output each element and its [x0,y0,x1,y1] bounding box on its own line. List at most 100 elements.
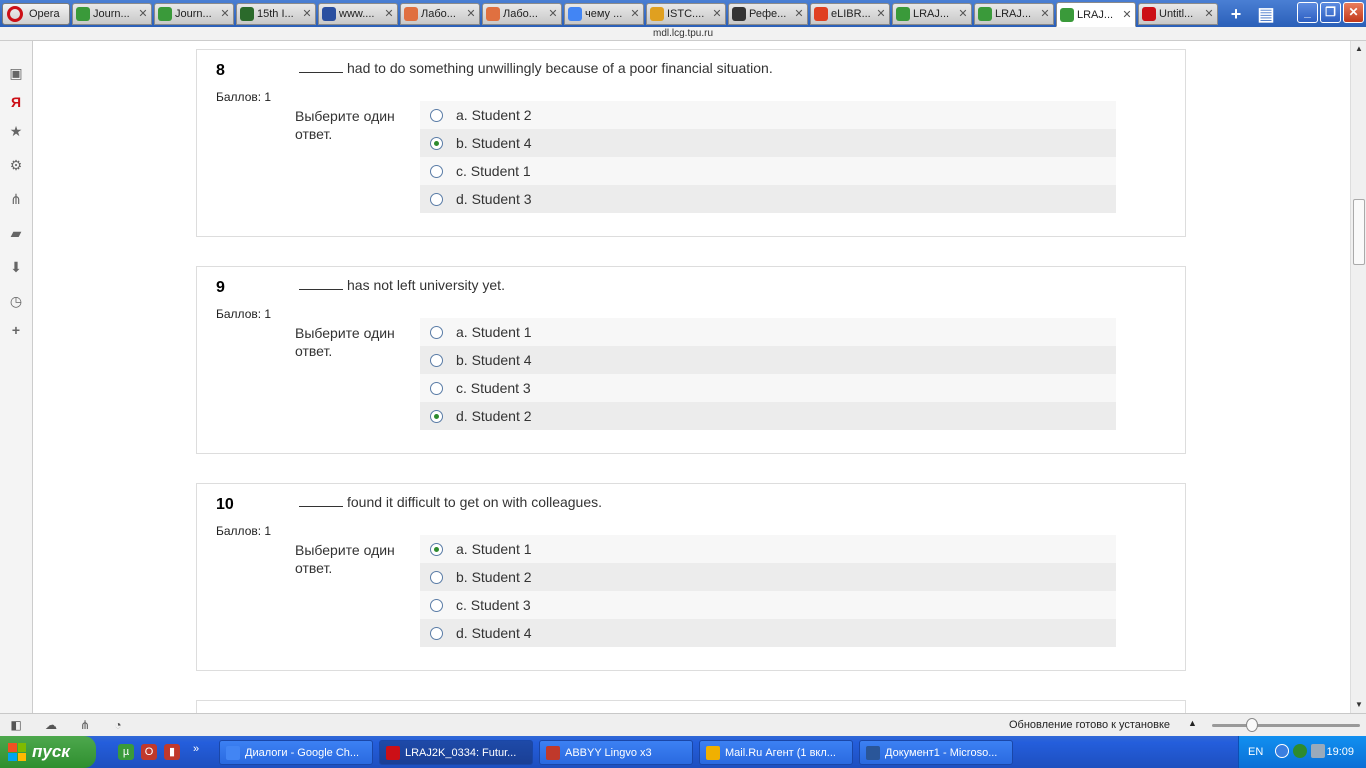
answer-option[interactable]: d. Student 4 [420,619,1116,647]
answer-label[interactable]: a. Student 1 [456,541,532,557]
address-display[interactable]: mdl.lcg.tpu.ru [0,27,1366,41]
tab-close-icon[interactable]: ✕ [220,7,230,20]
radio-button[interactable] [430,136,443,150]
tab-close-icon[interactable]: ✕ [302,7,312,20]
opera-quicklaunch-icon[interactable]: O [141,744,157,760]
tab-close-icon[interactable]: ✕ [1040,7,1050,20]
browser-tab[interactable]: ISTC.... ✕ [646,2,726,25]
browser-tab[interactable]: Journ... ✕ [72,2,152,25]
tab-close-icon[interactable]: ✕ [548,7,558,20]
answer-option[interactable]: c. Student 3 [420,591,1116,619]
downloads-icon[interactable]: ⬇ [8,259,24,275]
scroll-thumb[interactable] [1353,199,1365,265]
answer-option[interactable]: b. Student 4 [420,129,1116,157]
answer-option[interactable]: c. Student 3 [420,374,1116,402]
tab-close-icon[interactable]: ✕ [958,7,968,20]
start-button[interactable]: пуск [0,736,96,768]
radio-button[interactable] [430,192,443,206]
answer-label[interactable]: a. Student 1 [456,324,532,340]
radio-button[interactable] [430,570,443,584]
gear-icon[interactable]: ⚙ [8,157,24,173]
browser-tab[interactable]: www.... ✕ [318,2,398,25]
radio-button[interactable] [430,164,443,178]
answer-label[interactable]: c. Student 3 [456,380,531,396]
share-icon[interactable]: ⋔ [8,191,24,207]
answer-label[interactable]: a. Student 2 [456,107,532,123]
radio-button[interactable] [430,353,443,367]
browser-tab[interactable]: LRAJ... ✕ [974,2,1054,25]
clock[interactable]: 19:09 [1326,746,1354,758]
radio-button[interactable] [430,598,443,612]
answer-option[interactable]: d. Student 2 [420,402,1116,430]
browser-tab[interactable]: Рефе... ✕ [728,2,808,25]
answer-option[interactable]: d. Student 3 [420,185,1116,213]
taskbar-task[interactable]: ABBYY Lingvo x3 [539,740,693,765]
vertical-scrollbar[interactable]: ▲ ▼ [1350,41,1366,713]
tab-close-icon[interactable]: ✕ [712,7,722,20]
tray-eye-icon[interactable] [1293,744,1307,758]
answer-option[interactable]: a. Student 1 [420,318,1116,346]
utorrent-icon[interactable]: µ [118,744,134,760]
close-button[interactable]: ✕ [1343,2,1364,23]
minimize-button[interactable]: _ [1297,2,1318,23]
browser-tab[interactable]: Лабо... ✕ [400,2,480,25]
star-icon[interactable]: ★ [8,123,24,139]
radio-button[interactable] [430,542,443,556]
radio-button[interactable] [430,409,443,423]
radio-button[interactable] [430,626,443,640]
language-indicator[interactable]: EN [1248,746,1263,758]
tab-close-icon[interactable]: ✕ [1122,8,1132,21]
taskbar-task[interactable]: Диалоги - Google Ch... [219,740,373,765]
quicklaunch-more-icon[interactable]: » [188,741,204,757]
update-arrow-icon[interactable]: ▲ [1188,718,1197,728]
new-tab-icon[interactable]: + [1224,3,1248,25]
taskbar-task[interactable]: Mail.Ru Агент (1 вкл... [699,740,853,765]
browser-tab[interactable]: чему ... ✕ [564,2,644,25]
radio-button[interactable] [430,108,443,122]
answer-option[interactable]: a. Student 1 [420,535,1116,563]
answer-option[interactable]: b. Student 4 [420,346,1116,374]
zoom-slider-knob[interactable] [1246,718,1258,732]
answer-option[interactable]: b. Student 2 [420,563,1116,591]
answer-label[interactable]: d. Student 3 [456,191,532,207]
trash-icon[interactable]: ▤ [1254,3,1278,25]
browser-tab[interactable]: 15th I... ✕ [236,2,316,25]
tab-close-icon[interactable]: ✕ [630,7,640,20]
notes-icon[interactable]: ▰ [8,225,24,241]
browser-tab[interactable]: eLIBR... ✕ [810,2,890,25]
history-icon[interactable]: ◷ [8,293,24,309]
bookmarks-icon[interactable]: ▣ [8,65,24,81]
browser-tab[interactable]: Untitl... ✕ [1138,2,1218,25]
restore-button[interactable]: ❐ [1320,2,1341,23]
network-icon[interactable] [1311,744,1325,758]
radio-button[interactable] [430,325,443,339]
tab-close-icon[interactable]: ✕ [384,7,394,20]
zoom-slider[interactable] [1212,724,1360,727]
browser-tab[interactable]: LRAJ... ✕ [1056,2,1136,27]
tab-close-icon[interactable]: ✕ [794,7,804,20]
app-quicklaunch-icon[interactable]: ▮ [164,744,180,760]
answer-label[interactable]: b. Student 4 [456,352,532,368]
opera-menu-button[interactable]: Opera [2,2,70,25]
answer-label[interactable]: b. Student 2 [456,569,532,585]
browser-tab[interactable]: LRAJ... ✕ [892,2,972,25]
taskbar-task[interactable]: LRAJ2K_0334: Futur... [379,740,533,765]
add-panel-icon[interactable]: + [8,322,24,338]
tab-close-icon[interactable]: ✕ [1204,7,1214,20]
panel-toggle-icon[interactable]: ◧ [8,718,24,732]
tray-arrow-icon[interactable] [1275,744,1289,758]
radio-button[interactable] [430,381,443,395]
answer-label[interactable]: c. Student 1 [456,163,531,179]
taskbar-task[interactable]: Документ1 - Microso... [859,740,1013,765]
speed-dial-icon[interactable]: ◔ [110,718,126,732]
answer-option[interactable]: a. Student 2 [420,101,1116,129]
yandex-icon[interactable]: Я [8,94,24,110]
browser-tab[interactable]: Лабо... ✕ [482,2,562,25]
answer-label[interactable]: c. Student 3 [456,597,531,613]
cloud-icon[interactable]: ☁ [43,718,59,732]
browser-tab[interactable]: Journ... ✕ [154,2,234,25]
scroll-up-icon[interactable]: ▲ [1351,41,1366,57]
answer-label[interactable]: d. Student 4 [456,625,532,641]
tab-close-icon[interactable]: ✕ [876,7,886,20]
tab-close-icon[interactable]: ✕ [466,7,476,20]
